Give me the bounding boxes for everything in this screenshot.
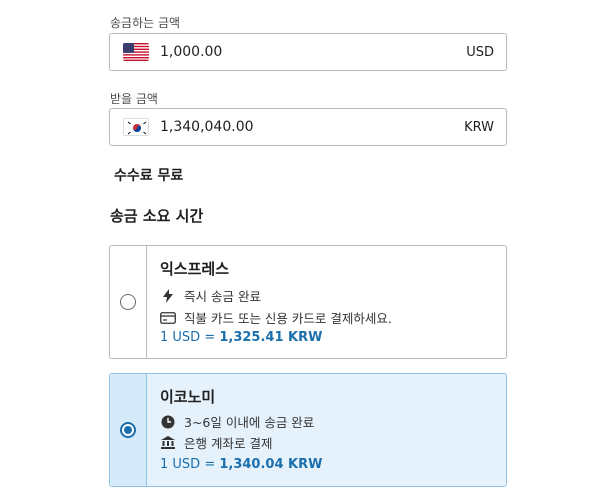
option-line-text: 은행 계좌로 결제 xyxy=(184,436,273,451)
option-line-text: 직불 카드 또는 신용 카드로 결제하세요. xyxy=(184,311,392,326)
lightning-icon xyxy=(160,288,176,304)
receive-amount-label: 받을 금액 xyxy=(110,92,158,106)
rate-value: 1,325.41 KRW xyxy=(219,330,323,345)
exchange-rate: 1 USD = 1,325.41 KRW xyxy=(160,330,322,345)
radio-column[interactable] xyxy=(110,246,147,358)
exchange-rate: 1 USD = 1,340.04 KRW xyxy=(160,457,322,472)
delivery-option-express[interactable]: 익스프레스 즉시 송금 완료 직불 카드 또는 신용 카드로 결제하세요. 1 … xyxy=(109,245,507,359)
rate-prefix: 1 USD = xyxy=(160,457,220,472)
option-line-text: 즉시 송금 완료 xyxy=(184,289,261,304)
option-title: 익스프레스 xyxy=(160,260,230,278)
receive-amount-field[interactable]: 1,340,040.00 KRW xyxy=(109,108,507,146)
receive-currency[interactable]: KRW xyxy=(464,120,494,135)
send-currency[interactable]: USD xyxy=(466,45,494,60)
option-line-payment: 은행 계좌로 결제 xyxy=(160,433,272,452)
rate-prefix: 1 USD = xyxy=(160,330,220,345)
receive-amount-value[interactable]: 1,340,040.00 xyxy=(160,119,254,135)
rate-value: 1,340.04 KRW xyxy=(219,457,323,472)
radio-column[interactable] xyxy=(110,374,147,486)
option-line-speed: 즉시 송금 완료 xyxy=(160,286,261,305)
option-line-payment: 직불 카드 또는 신용 카드로 결제하세요. xyxy=(160,308,392,327)
send-amount-value[interactable]: 1,000.00 xyxy=(160,44,222,60)
option-title: 이코노미 xyxy=(160,388,216,406)
option-line-speed: 3~6일 이내에 송금 완료 xyxy=(160,412,314,431)
radio-express[interactable] xyxy=(120,294,136,310)
radio-economy[interactable] xyxy=(120,422,136,438)
send-amount-field[interactable]: 1,000.00 USD xyxy=(109,33,507,71)
send-amount-label: 송금하는 금액 xyxy=(110,16,181,30)
option-line-text: 3~6일 이내에 송금 완료 xyxy=(184,415,315,430)
kr-flag-icon xyxy=(123,118,149,136)
clock-icon xyxy=(160,414,176,430)
delivery-option-economy[interactable]: 이코노미 3~6일 이내에 송금 완료 은행 계좌로 결제 1 USD = 1,… xyxy=(109,373,507,487)
bank-icon xyxy=(160,435,176,451)
fee-text: 수수료 무료 xyxy=(114,168,184,184)
card-icon xyxy=(160,310,176,326)
delivery-time-title: 송금 소요 시간 xyxy=(110,207,204,225)
us-flag-icon xyxy=(123,43,149,61)
